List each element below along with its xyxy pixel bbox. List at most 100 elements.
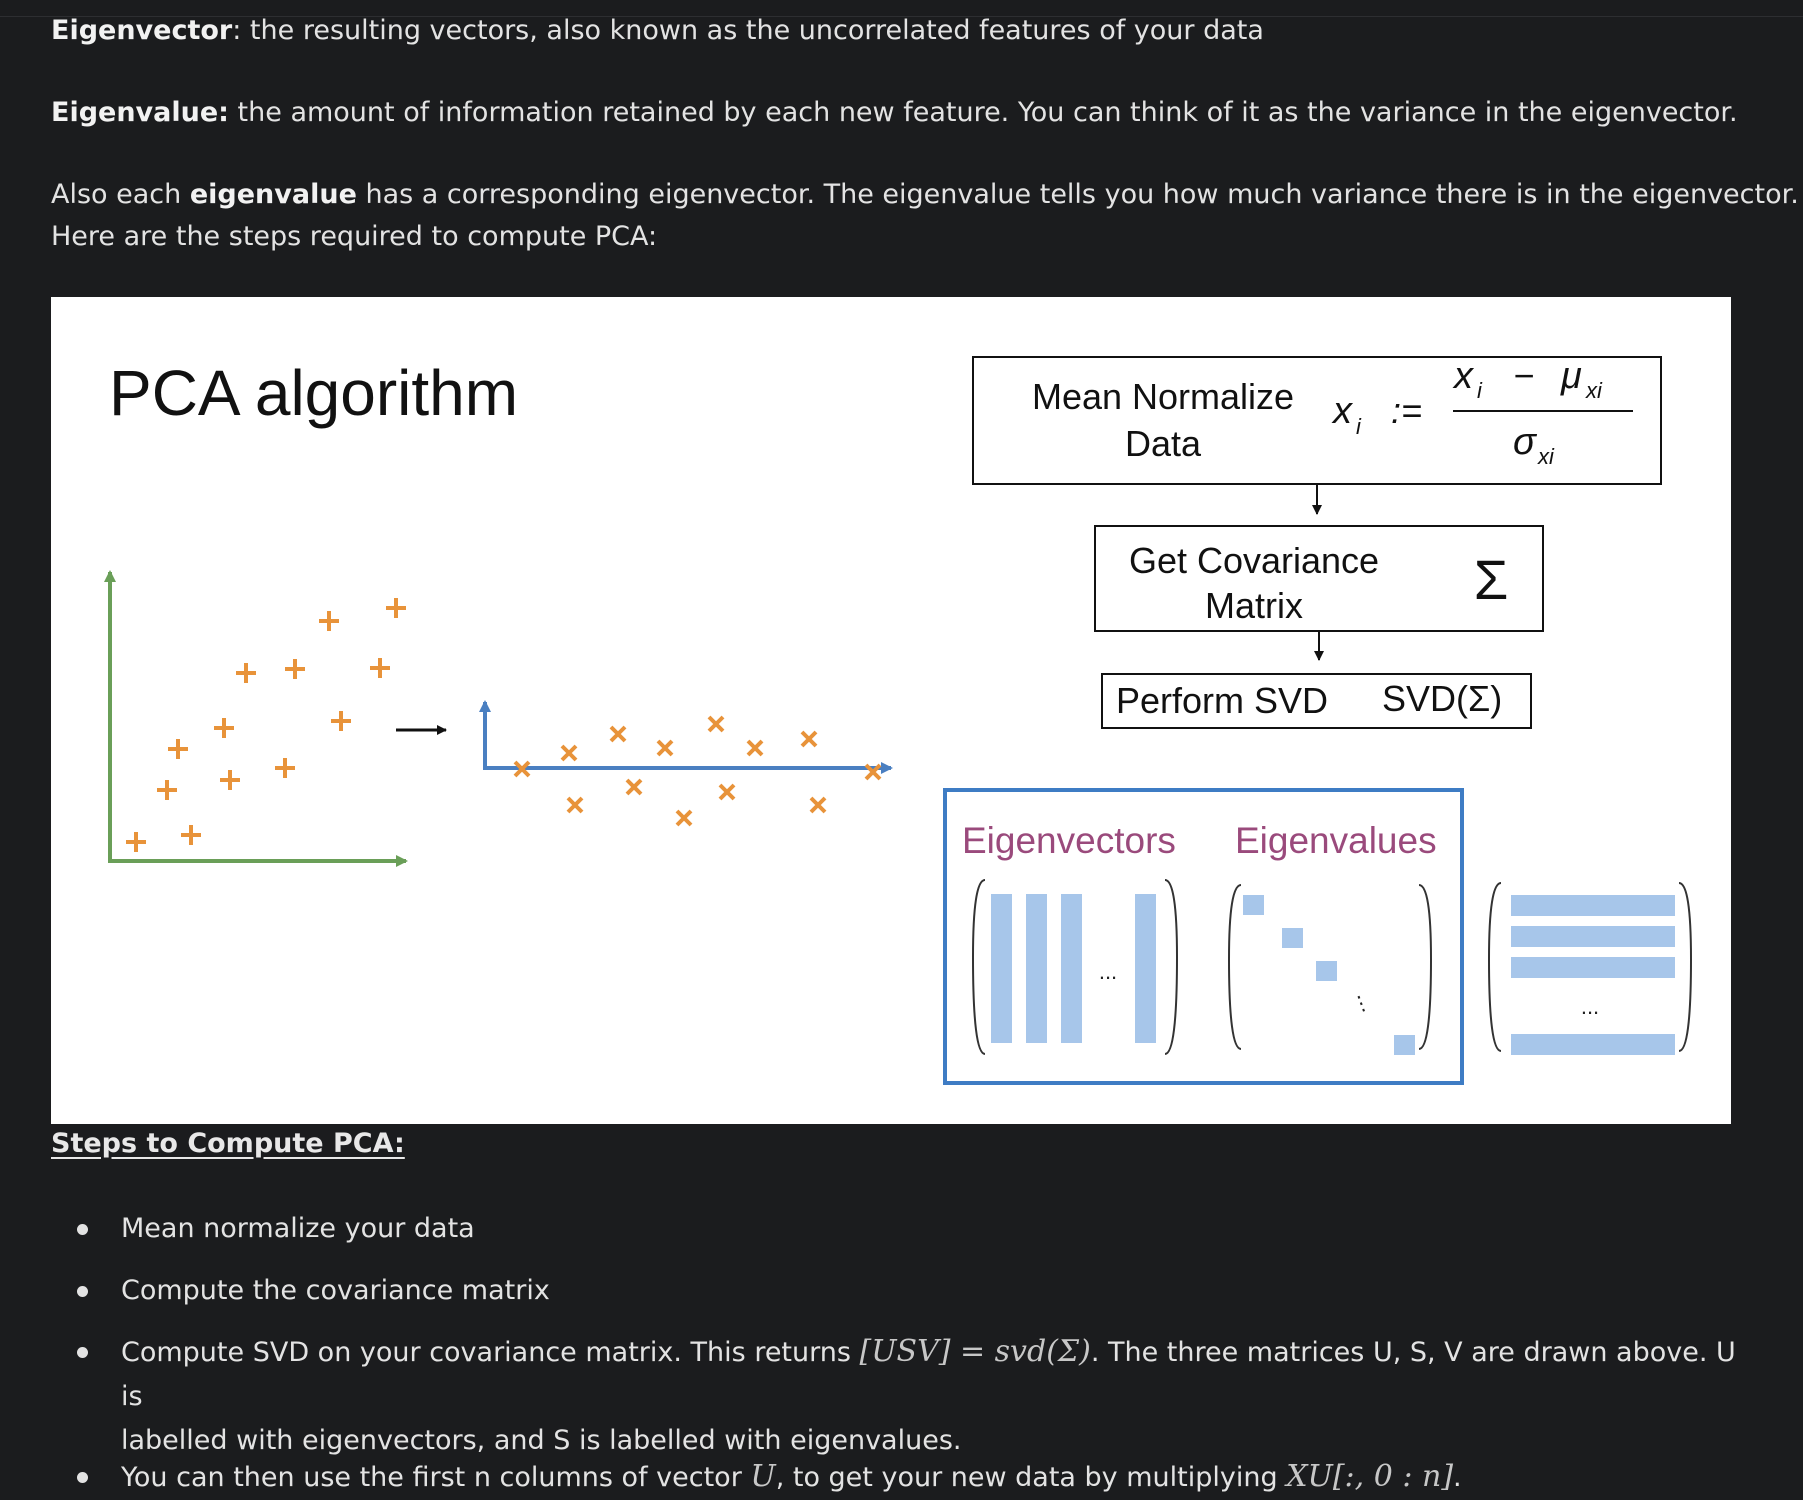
steps-heading: Steps to Compute PCA: bbox=[51, 1128, 405, 1159]
svd-label: Perform SVD bbox=[1116, 680, 1328, 721]
cross-marker bbox=[609, 725, 627, 743]
steps-intro: Here are the steps required to compute P… bbox=[51, 221, 658, 252]
projection-expression: XU[:, 0 : n] bbox=[1286, 1459, 1454, 1494]
eigenvalues-label: Eigenvalues bbox=[1235, 820, 1437, 861]
u-column bbox=[1135, 894, 1156, 1043]
pca-diagram: PCA algorithm Mean Normalize Data x i :=… bbox=[104, 355, 1693, 1085]
eigenvalue-definition: Eigenvalue: the amount of information re… bbox=[51, 92, 1738, 134]
step-text: You can then use the first n columns of … bbox=[121, 1462, 751, 1493]
cross-marker bbox=[800, 730, 818, 748]
u-column bbox=[991, 894, 1012, 1043]
v-row bbox=[1511, 895, 1675, 916]
formula-mu-sub: xi bbox=[1585, 378, 1603, 403]
v-row bbox=[1511, 957, 1675, 978]
formula-sigma: σ bbox=[1513, 421, 1538, 463]
eigenvalue-term: Eigenvalue: bbox=[51, 97, 229, 128]
formula-mu: μ bbox=[1560, 355, 1582, 397]
formula-minus: − bbox=[1513, 355, 1534, 396]
s-right-bracket bbox=[1418, 884, 1433, 1050]
sigma-symbol: Σ bbox=[1474, 548, 1509, 611]
plus-marker bbox=[386, 598, 406, 618]
v-right-bracket bbox=[1678, 882, 1693, 1052]
plus-marker bbox=[331, 711, 351, 731]
u-matrix: ... bbox=[971, 879, 1179, 1055]
plus-points bbox=[126, 598, 406, 852]
figure-title: PCA algorithm bbox=[109, 357, 518, 429]
svd-equation: [USV] = svd(Σ) bbox=[859, 1334, 1091, 1369]
note-prefix: Also each bbox=[51, 179, 190, 210]
step-text: Compute the covariance matrix bbox=[121, 1275, 550, 1306]
u-ellipsis: ... bbox=[1099, 959, 1117, 984]
u-left-bracket bbox=[971, 879, 986, 1055]
s-diagonal-entry bbox=[1316, 961, 1337, 981]
v-row bbox=[1511, 1034, 1675, 1055]
s-diagonal-entry bbox=[1394, 1035, 1415, 1055]
plus-marker bbox=[181, 825, 201, 845]
cross-marker bbox=[656, 739, 674, 757]
step-text: . bbox=[1453, 1462, 1462, 1493]
cross-marker bbox=[809, 796, 827, 814]
mean-normalize-label-2: Data bbox=[1125, 423, 1202, 464]
eigenvector-term: Eigenvector bbox=[51, 15, 233, 46]
eigenvalue-note: Also each eigenvalue has a corresponding… bbox=[51, 174, 1799, 216]
covariance-label-2: Matrix bbox=[1205, 585, 1303, 626]
step-item: You can then use the first n columns of … bbox=[77, 1455, 1741, 1500]
formula-numerator-x: x bbox=[1452, 355, 1475, 397]
step-item: Mean normalize your data bbox=[77, 1207, 1741, 1251]
cross-marker bbox=[675, 809, 693, 827]
svd-formula: SVD(Σ) bbox=[1382, 678, 1502, 719]
eigenvalue-text: the amount of information retained by ea… bbox=[228, 97, 1738, 128]
plus-marker bbox=[214, 718, 234, 738]
plus-marker bbox=[168, 739, 188, 759]
plus-marker bbox=[370, 658, 390, 678]
plus-marker bbox=[220, 770, 240, 790]
step-text: Compute SVD on your covariance matrix. T… bbox=[121, 1337, 860, 1368]
cross-marker bbox=[566, 796, 584, 814]
pca-algorithm-figure: PCA algorithm Mean Normalize Data x i :=… bbox=[51, 297, 1731, 1124]
plus-marker bbox=[285, 659, 305, 679]
mean-normalize-label-1: Mean Normalize bbox=[1032, 376, 1294, 417]
u-symbol: U bbox=[750, 1459, 776, 1494]
covariance-label-1: Get Covariance bbox=[1129, 540, 1379, 581]
eigenvector-text: : the resulting vectors, also known as t… bbox=[232, 15, 1264, 46]
note-suffix: has a corresponding eigenvector. The eig… bbox=[356, 179, 1799, 210]
cross-points bbox=[513, 715, 882, 827]
formula-sigma-sub: xi bbox=[1537, 444, 1555, 469]
bullet bbox=[77, 1347, 88, 1358]
eigenvector-definition: Eigenvector: the resulting vectors, also… bbox=[51, 10, 1264, 52]
s-diagonal-entry bbox=[1282, 928, 1303, 948]
v-row bbox=[1511, 926, 1675, 947]
cross-marker bbox=[707, 715, 725, 733]
cross-marker bbox=[560, 744, 578, 762]
u-column bbox=[1026, 894, 1047, 1043]
cross-marker bbox=[625, 778, 643, 796]
step-item: Compute SVD on your covariance matrix. T… bbox=[77, 1330, 1741, 1463]
plus-marker bbox=[275, 758, 295, 778]
step-text: labelled with eigenvectors, and S is lab… bbox=[121, 1425, 962, 1456]
u-column bbox=[1061, 894, 1082, 1043]
step-text: Mean normalize your data bbox=[121, 1213, 475, 1244]
s-diagonal-entry bbox=[1243, 895, 1264, 915]
cross-marker bbox=[718, 783, 736, 801]
plus-marker bbox=[236, 663, 256, 683]
v-matrix: ... bbox=[1487, 882, 1693, 1055]
bullet bbox=[77, 1286, 88, 1297]
note-bold: eigenvalue bbox=[189, 179, 357, 210]
step-text: , to get your new data by multiplying bbox=[775, 1462, 1287, 1493]
formula-lhs: x bbox=[1331, 390, 1354, 432]
v-ellipsis: ... bbox=[1581, 994, 1599, 1019]
s-left-bracket bbox=[1227, 884, 1242, 1050]
u-right-bracket bbox=[1164, 879, 1179, 1055]
step-item: Compute the covariance matrix bbox=[77, 1269, 1741, 1313]
bullet bbox=[77, 1224, 88, 1235]
s-ellipsis: ⋮ bbox=[1348, 990, 1374, 1018]
s-matrix: ⋮ bbox=[1227, 884, 1433, 1055]
formula-assign: := bbox=[1391, 390, 1422, 431]
eigenvectors-label: Eigenvectors bbox=[962, 820, 1176, 861]
cross-marker bbox=[746, 739, 764, 757]
v-left-bracket bbox=[1487, 882, 1502, 1052]
plus-marker bbox=[126, 832, 146, 852]
plus-marker bbox=[319, 611, 339, 631]
plus-marker bbox=[157, 780, 177, 800]
bullet bbox=[77, 1472, 88, 1483]
